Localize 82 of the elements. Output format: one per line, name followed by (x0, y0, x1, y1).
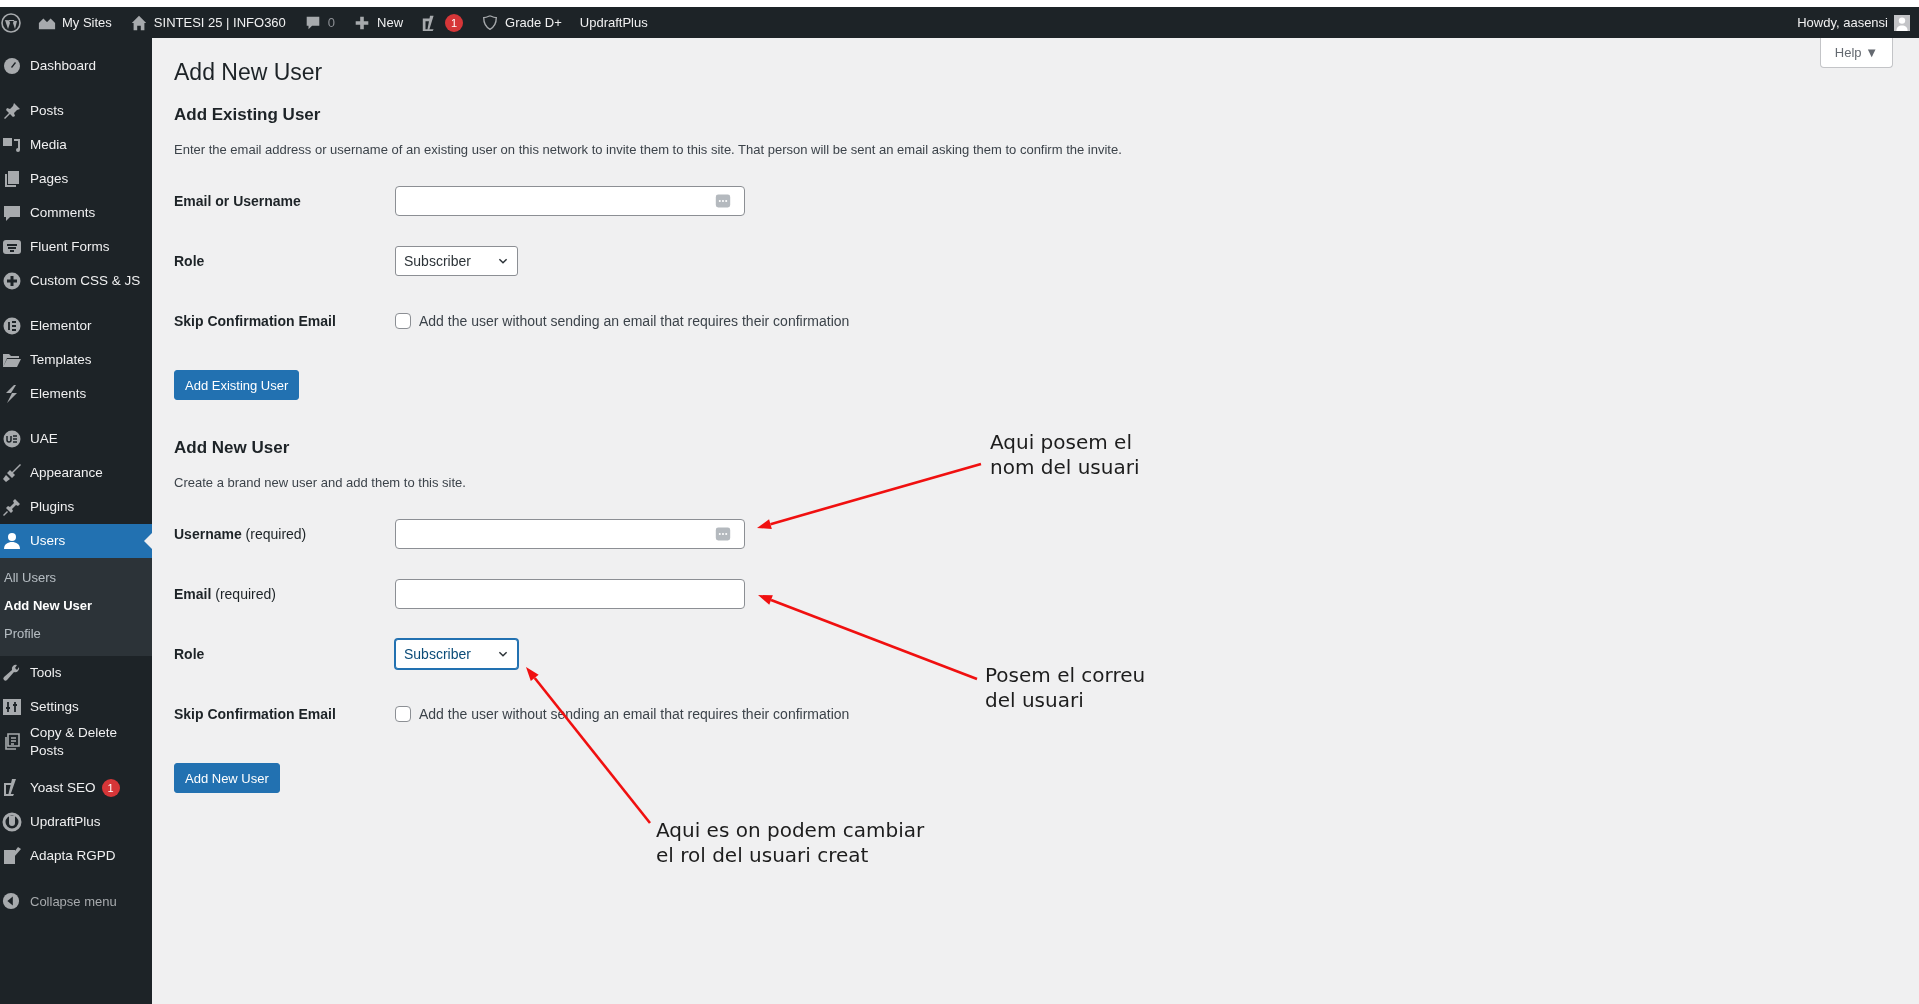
section-heading: Add Existing User (174, 104, 321, 126)
dots-icon (714, 193, 732, 209)
annotation-text: Aqui es on podem cambiar el rol del usuari creat (656, 818, 925, 868)
link-label: New (377, 15, 404, 30)
section-heading: Add New User (174, 437, 290, 459)
link-label: Grade D+ (505, 15, 562, 30)
menu-icon (2, 663, 22, 683)
sidebar-item[interactable]: UpdraftPlus (0, 805, 152, 839)
field-label: Email (required) (174, 586, 277, 602)
menu-icon (2, 169, 22, 189)
role-dropdown[interactable]: Subscriber (395, 639, 518, 669)
sidebar-item[interactable]: Templates (0, 343, 152, 377)
notification-badge: 1 (101, 779, 120, 797)
menu-icon (2, 135, 22, 155)
sidebar-item[interactable]: Comments (0, 196, 152, 230)
sidebar-item[interactable]: Tools (0, 656, 152, 690)
greeting-text: Howdy, aasensi (1797, 15, 1888, 30)
sidebar-item[interactable]: Elementor (0, 309, 152, 343)
menu-icon (2, 732, 22, 752)
field-label: Skip Confirmation Email (174, 313, 337, 329)
sidebar-item[interactable]: Fluent Forms (0, 230, 152, 264)
field-label: Role (174, 646, 206, 662)
help-button[interactable]: Help ▼ (1819, 38, 1893, 68)
menu-icon (2, 203, 22, 223)
notification-badge: 1 (445, 13, 464, 32)
submit-button[interactable]: Add New User (174, 763, 280, 793)
link-label: SINTESI 25 | INFO360 (153, 15, 286, 30)
admin-bar-link[interactable]: 0 (294, 7, 345, 38)
submenu-item[interactable]: All Users (0, 564, 152, 592)
account-menu[interactable]: Howdy, aasensi (1788, 7, 1919, 38)
shield-icon (481, 13, 500, 32)
field-label: Email or Username (174, 193, 302, 209)
menu-icon (2, 101, 22, 121)
sidebar-item[interactable]: Adapta RGPD (0, 839, 152, 873)
admin-bar-link[interactable]: SINTESI 25 | INFO360 (120, 7, 295, 38)
admin-bar-link[interactable]: New (344, 7, 413, 38)
dots-icon (714, 526, 732, 542)
section-description: Enter the email address or username of an existing user on this network to invite them to this site. That person will be sent an email asking them to confirm the invite. (174, 141, 1122, 159)
section-description: Create a brand new user and add them to this site. (174, 474, 466, 492)
menu-icon (2, 531, 22, 551)
admin-bar-link[interactable]: Grade D+ (472, 7, 571, 38)
sidebar-item[interactable]: Posts (0, 94, 152, 128)
role-dropdown[interactable]: Subscriber (395, 246, 518, 276)
menu-icon (2, 812, 22, 832)
sidebar-item[interactable]: Pages (0, 162, 152, 196)
annotation-text: Aqui posem el nom del usuari (990, 430, 1140, 480)
checkbox[interactable] (395, 313, 411, 329)
sidebar-item[interactable]: Appearance (0, 456, 152, 490)
menu-icon (2, 846, 22, 866)
sidebar-item[interactable]: Dashboard (0, 49, 152, 83)
field-label: Role (174, 253, 206, 269)
link-label: My Sites (62, 15, 112, 30)
sidebar-item[interactable]: Elements (0, 377, 152, 411)
sidebar-item[interactable]: Users (0, 524, 152, 558)
submit-button[interactable]: Add Existing User (174, 370, 300, 400)
sidebar-item[interactable]: Custom CSS & JS (0, 264, 152, 298)
text-field[interactable] (395, 186, 745, 216)
page-title: Add New User (174, 59, 323, 86)
sidebar-item[interactable]: UAE (0, 422, 152, 456)
sidebar-item[interactable]: Media (0, 128, 152, 162)
submenu-item[interactable]: Profile (0, 620, 152, 648)
submenu-item[interactable]: Add New User (0, 592, 152, 620)
sidebar-item[interactable]: Plugins (0, 490, 152, 524)
text-field[interactable] (395, 519, 745, 549)
yoast-menu[interactable]: 1 (412, 7, 473, 38)
field-label: Username (required) (174, 526, 308, 542)
house-icon (129, 13, 148, 32)
collapse-menu-button[interactable]: Collapse menu (0, 884, 152, 918)
avatar-icon (1894, 14, 1910, 31)
admin-bar-link[interactable]: UpdraftPlus (570, 7, 657, 38)
checkbox[interactable] (395, 706, 411, 722)
checkbox-label: Add the user without sending an email that requires their confirmation (419, 313, 850, 329)
annotation-text: Posem el correu del usuari (985, 663, 1146, 713)
menu-icon (2, 463, 22, 483)
link-label: 0 (327, 15, 336, 30)
menu-icon (2, 497, 22, 517)
sidebar-item[interactable]: Settings (0, 690, 152, 724)
text-field[interactable] (395, 579, 745, 609)
field-label: Skip Confirmation Email (174, 706, 337, 722)
sidebar-item[interactable]: Yoast SEO 1 (0, 771, 152, 805)
admin-bar-link[interactable]: My Sites (29, 7, 121, 38)
sidebar-item[interactable]: Copy & Delete Posts (0, 724, 152, 760)
